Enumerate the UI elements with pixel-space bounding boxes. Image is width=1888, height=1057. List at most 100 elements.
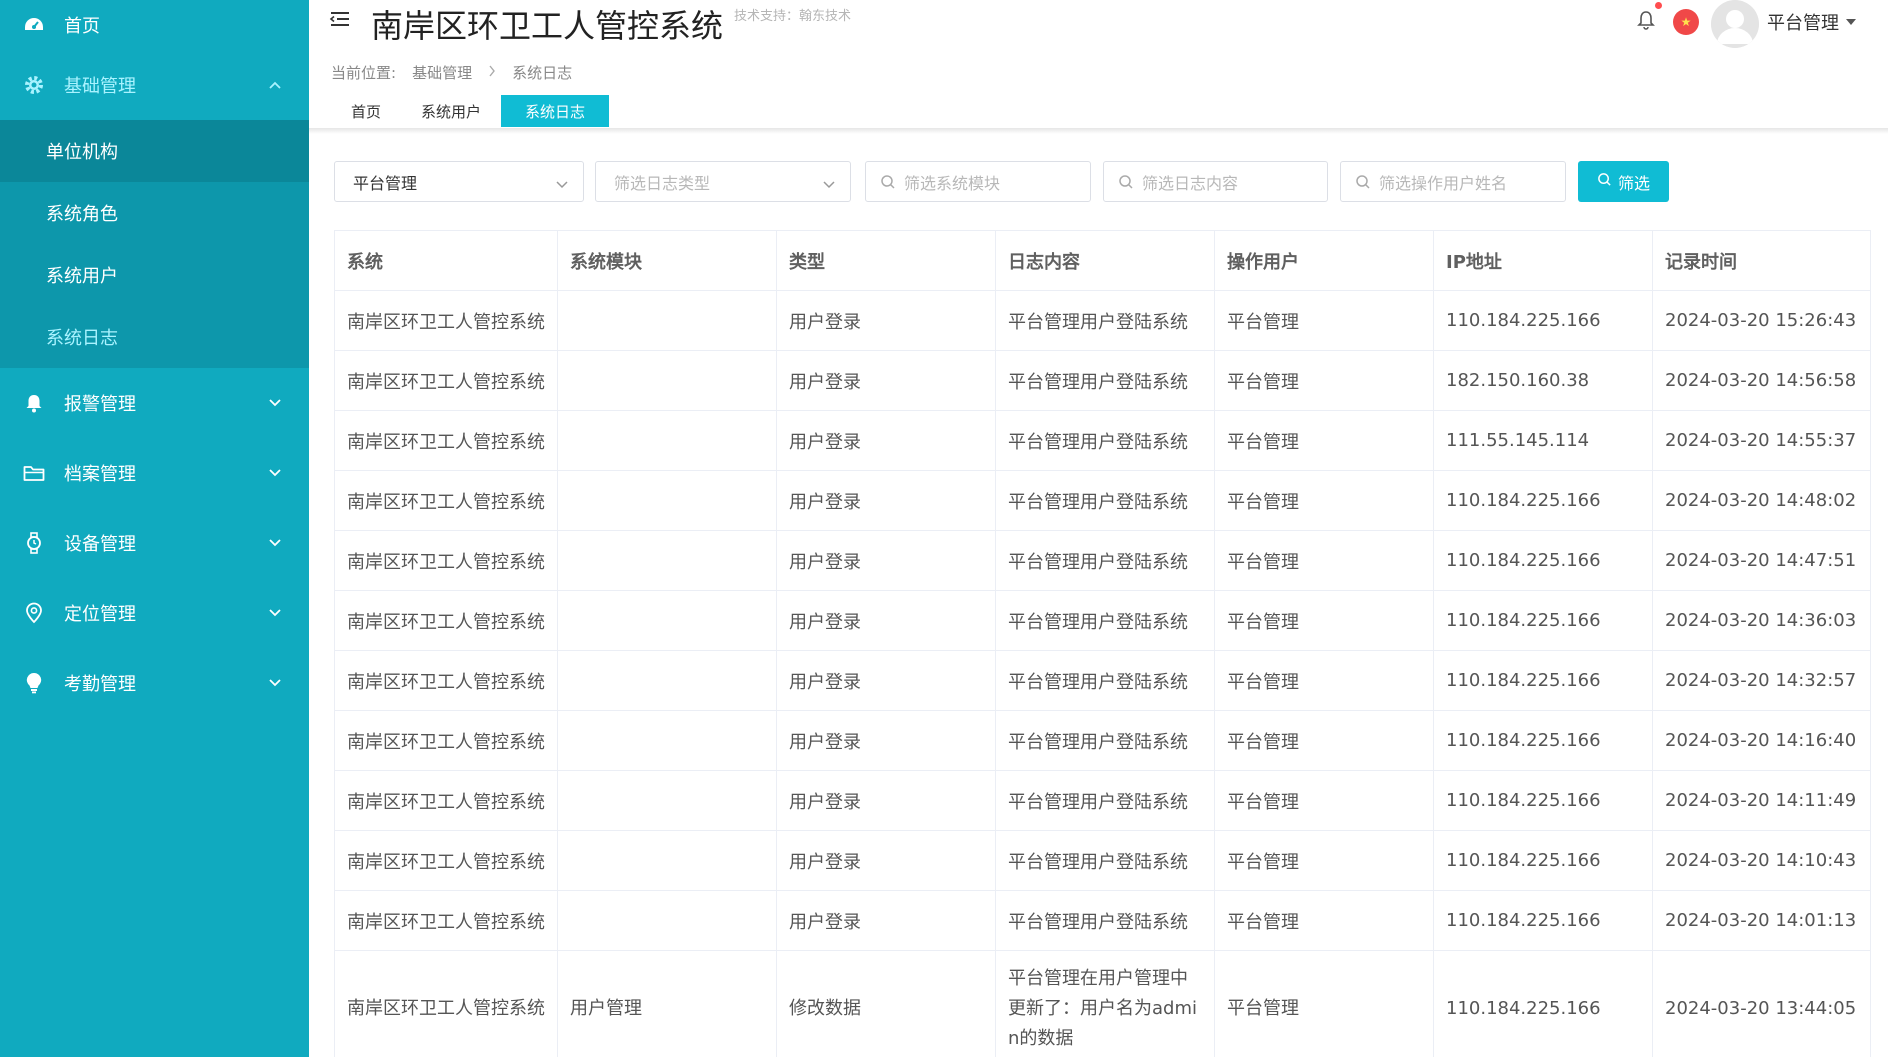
module-search-placeholder: 筛选系统模块 bbox=[904, 173, 1001, 193]
table-cell: 111.55.145.114 bbox=[1433, 410, 1653, 471]
table-row[interactable]: 南岸区环卫工人管控系统 用户登录 平台管理用户登陆系统 平台管理 111.55.145.… bbox=[334, 410, 1871, 471]
table-cell: 用户登录 bbox=[776, 530, 996, 591]
table-cell: 平台管理 bbox=[1214, 890, 1434, 951]
table-cell: 2024-03-20 14:01:13 bbox=[1652, 890, 1871, 951]
table-cell: 修改数据 bbox=[776, 950, 996, 1057]
sidebar-item-device-management[interactable]: 设备管理 bbox=[0, 508, 309, 578]
gear-icon bbox=[22, 73, 46, 97]
avatar[interactable] bbox=[1711, 0, 1759, 48]
table-cell: 平台管理用户登陆系统 bbox=[995, 830, 1215, 891]
caret-down-icon[interactable] bbox=[1846, 19, 1856, 25]
breadcrumb-item[interactable]: 基础管理 bbox=[412, 62, 472, 83]
table-cell: 用户管理 bbox=[557, 950, 777, 1057]
table-cell: 用户登录 bbox=[776, 770, 996, 831]
table-row[interactable]: 南岸区环卫工人管控系统 用户登录 平台管理用户登陆系统 平台管理 110.184.225… bbox=[334, 890, 1871, 951]
sidebar-item-archive-management[interactable]: 档案管理 bbox=[0, 438, 309, 508]
table-cell: 2024-03-20 14:32:57 bbox=[1652, 650, 1871, 711]
menu-fold-icon[interactable] bbox=[329, 8, 353, 32]
table-cell: 2024-03-20 14:55:37 bbox=[1652, 410, 1871, 471]
notification-dot bbox=[1655, 2, 1662, 9]
notification-bell-icon[interactable] bbox=[1636, 9, 1658, 31]
watch-icon bbox=[22, 531, 46, 555]
table-cell bbox=[557, 470, 777, 531]
sidebar-item-label: 单位机构 bbox=[46, 142, 118, 163]
sidebar-item-label: 系统日志 bbox=[46, 328, 118, 349]
chevron-up-icon bbox=[267, 77, 283, 93]
table-cell: 平台管理 bbox=[1214, 410, 1434, 471]
sidebar-item-organization[interactable]: 单位机构 bbox=[0, 120, 309, 182]
table-cell: 平台管理在用户管理中更新了：用户名为admin的数据 bbox=[995, 950, 1215, 1057]
sidebar-item-location-management[interactable]: 定位管理 bbox=[0, 578, 309, 648]
tab-home[interactable]: 首页 bbox=[331, 95, 401, 127]
sidebar-item-system-roles[interactable]: 系统角色 bbox=[0, 182, 309, 244]
filter-button[interactable]: 筛选 bbox=[1578, 161, 1669, 202]
sidebar-item-home[interactable]: 首页 bbox=[0, 0, 309, 50]
table-cell: 用户登录 bbox=[776, 890, 996, 951]
log-type-select[interactable]: 筛选日志类型 bbox=[595, 161, 851, 202]
sidebar-item-label: 设备管理 bbox=[64, 534, 136, 555]
sidebar-item-label: 系统用户 bbox=[46, 266, 118, 287]
chevron-down-icon bbox=[267, 535, 283, 551]
table-cell: 南岸区环卫工人管控系统 bbox=[334, 290, 558, 351]
table-cell: 南岸区环卫工人管控系统 bbox=[334, 830, 558, 891]
chevron-down-icon bbox=[267, 465, 283, 481]
table-cell: 南岸区环卫工人管控系统 bbox=[334, 890, 558, 951]
system-select-value: 平台管理 bbox=[353, 173, 418, 193]
language-flag-icon[interactable]: ★ bbox=[1673, 9, 1699, 35]
table-row[interactable]: 南岸区环卫工人管控系统 用户登录 平台管理用户登陆系统 平台管理 110.184.225… bbox=[334, 290, 1871, 351]
table-row[interactable]: 南岸区环卫工人管控系统 用户登录 平台管理用户登陆系统 平台管理 110.184.225… bbox=[334, 530, 1871, 591]
table-cell: 110.184.225.166 bbox=[1433, 290, 1653, 351]
sidebar-item-attendance-management[interactable]: 考勤管理 bbox=[0, 648, 309, 718]
table-cell: 2024-03-20 13:44:05 bbox=[1652, 950, 1871, 1057]
table-cell bbox=[557, 410, 777, 471]
table-cell: 用户登录 bbox=[776, 350, 996, 411]
table-cell: 110.184.225.166 bbox=[1433, 950, 1653, 1057]
sidebar-item-label: 定位管理 bbox=[64, 604, 136, 625]
tabs-divider bbox=[309, 128, 1888, 134]
table-row[interactable]: 南岸区环卫工人管控系统 用户登录 平台管理用户登陆系统 平台管理 110.184.225… bbox=[334, 710, 1871, 771]
table-row[interactable]: 南岸区环卫工人管控系统 用户登录 平台管理用户登陆系统 平台管理 110.184.225… bbox=[334, 830, 1871, 891]
table-cell: 平台管理 bbox=[1214, 650, 1434, 711]
table-row[interactable]: 南岸区环卫工人管控系统 用户登录 平台管理用户登陆系统 平台管理 182.150.160… bbox=[334, 350, 1871, 411]
table-row[interactable]: 南岸区环卫工人管控系统 用户登录 平台管理用户登陆系统 平台管理 110.184.225… bbox=[334, 590, 1871, 651]
table-cell bbox=[557, 890, 777, 951]
table-cell: 平台管理用户登陆系统 bbox=[995, 890, 1215, 951]
sidebar-item-label: 报警管理 bbox=[64, 394, 136, 415]
sidebar-item-system-users[interactable]: 系统用户 bbox=[0, 244, 309, 306]
tab-system-logs[interactable]: 系统日志 bbox=[501, 95, 610, 127]
search-icon bbox=[1597, 172, 1612, 191]
column-header: 系统 bbox=[334, 230, 558, 291]
table-row[interactable]: 南岸区环卫工人管控系统 用户登录 平台管理用户登陆系统 平台管理 110.184.225… bbox=[334, 650, 1871, 711]
table-cell: 平台管理 bbox=[1214, 350, 1434, 411]
user-search-input[interactable]: 筛选操作用户姓名 bbox=[1340, 161, 1566, 202]
sidebar-item-alarm-management[interactable]: 报警管理 bbox=[0, 368, 309, 438]
breadcrumb-prefix: 当前位置: bbox=[331, 64, 397, 82]
user-name[interactable]: 平台管理 bbox=[1767, 9, 1839, 35]
table-row[interactable]: 南岸区环卫工人管控系统 用户登录 平台管理用户登陆系统 平台管理 110.184.225… bbox=[334, 470, 1871, 531]
tab-system-users[interactable]: 系统用户 bbox=[401, 95, 501, 127]
table-cell bbox=[557, 710, 777, 771]
table-cell bbox=[557, 770, 777, 831]
location-pin-icon bbox=[22, 601, 46, 625]
sidebar-item-system-logs[interactable]: 系统日志 bbox=[0, 306, 309, 368]
table-header-row: 系统 系统模块 类型 日志内容 操作用户 IP地址 记录时间 bbox=[334, 230, 1871, 291]
content-search-input[interactable]: 筛选日志内容 bbox=[1103, 161, 1328, 202]
table-cell: 2024-03-20 14:16:40 bbox=[1652, 710, 1871, 771]
sidebar-item-basic-management[interactable]: 基础管理 bbox=[0, 50, 309, 120]
table-cell: 平台管理 bbox=[1214, 470, 1434, 531]
module-search-input[interactable]: 筛选系统模块 bbox=[865, 161, 1091, 202]
table-row[interactable]: 南岸区环卫工人管控系统 用户管理 修改数据 平台管理在用户管理中更新了：用户名为adm… bbox=[334, 950, 1871, 1057]
chevron-down-icon bbox=[267, 605, 283, 621]
log-table: 系统 系统模块 类型 日志内容 操作用户 IP地址 记录时间 南岸区环卫工人管控… bbox=[334, 230, 1871, 1057]
app-title: 南岸区环卫工人管控系统 bbox=[371, 7, 724, 45]
table-cell: 用户登录 bbox=[776, 590, 996, 651]
table-cell: 平台管理 bbox=[1214, 290, 1434, 351]
chevron-right-icon bbox=[488, 65, 496, 81]
table-row[interactable]: 南岸区环卫工人管控系统 用户登录 平台管理用户登陆系统 平台管理 110.184.225… bbox=[334, 770, 1871, 831]
table-cell: 平台管理用户登陆系统 bbox=[995, 410, 1215, 471]
table-cell: 110.184.225.166 bbox=[1433, 650, 1653, 711]
table-cell: 用户登录 bbox=[776, 710, 996, 771]
table-cell: 平台管理用户登陆系统 bbox=[995, 470, 1215, 531]
system-select[interactable]: 平台管理 bbox=[334, 161, 584, 202]
column-header: 记录时间 bbox=[1652, 230, 1871, 291]
